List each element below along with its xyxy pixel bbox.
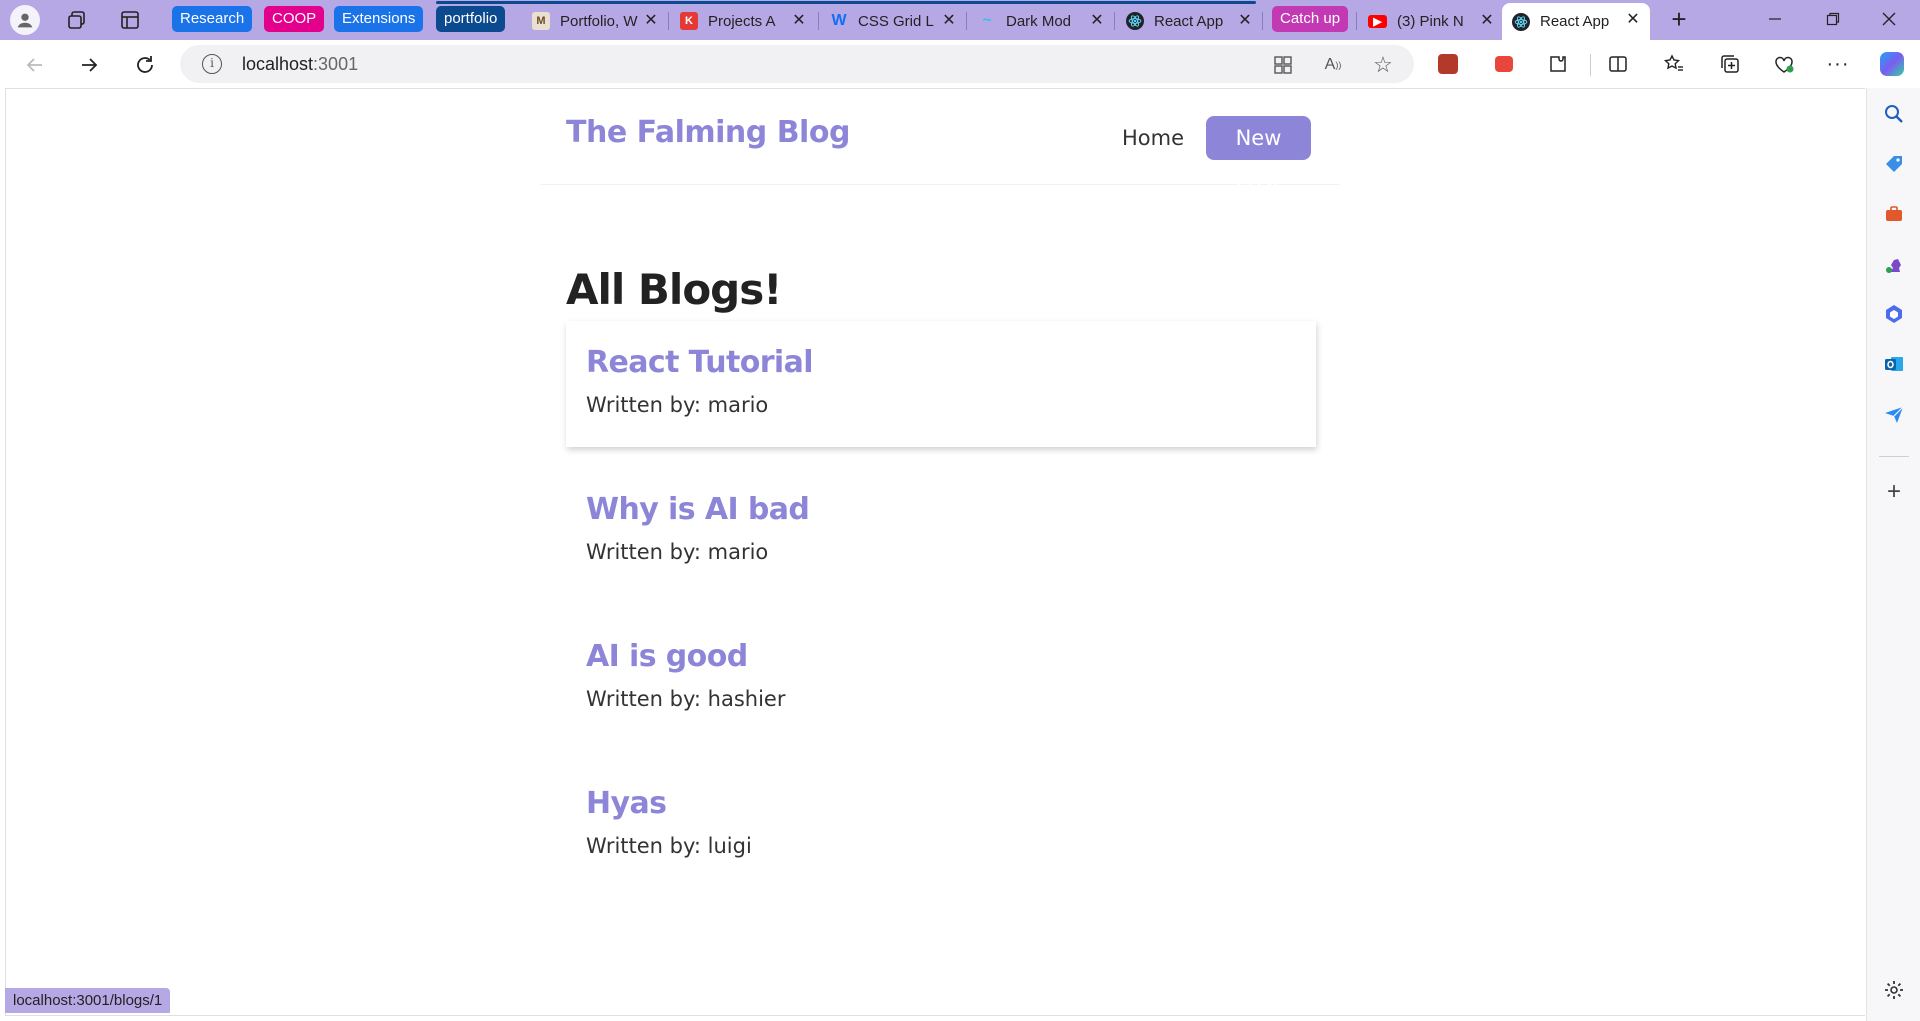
new-tab-icon[interactable]: + bbox=[1665, 6, 1693, 34]
site-navbar: The Falming Blog Home New Post bbox=[540, 89, 1340, 194]
address-bar[interactable]: i localhost:3001 A)) ☆ bbox=[180, 45, 1414, 83]
nav-home-link[interactable]: Home bbox=[1122, 116, 1184, 160]
edge-sidebar: + bbox=[1866, 88, 1920, 1021]
projects-icon: K bbox=[680, 12, 698, 30]
drop-send-icon[interactable] bbox=[1882, 402, 1906, 426]
tab-group-portfolio[interactable]: portfolio bbox=[436, 6, 506, 32]
games-chess-icon[interactable] bbox=[1882, 252, 1906, 276]
blog-author: Written by: mario bbox=[586, 540, 769, 564]
blog-preview[interactable]: AI is good Written by: hashier bbox=[566, 615, 1316, 741]
tab-projects[interactable]: K Projects A ✕ bbox=[670, 4, 816, 38]
status-bar-url: localhost:3001/blogs/1 bbox=[5, 988, 171, 1013]
collections-icon[interactable] bbox=[1718, 52, 1742, 76]
address-url[interactable]: localhost:3001 bbox=[242, 54, 358, 75]
extension-red-icon[interactable] bbox=[1492, 52, 1516, 76]
minimize-icon[interactable] bbox=[1752, 4, 1798, 34]
toolbar-separator bbox=[1590, 54, 1591, 76]
add-sidebar-app-icon[interactable]: + bbox=[1882, 478, 1906, 505]
workspaces-icon[interactable] bbox=[65, 8, 89, 32]
vertical-tabs-icon[interactable] bbox=[118, 8, 142, 32]
tailwind-icon: ~ bbox=[982, 12, 992, 29]
webflow-icon: W bbox=[831, 12, 847, 29]
tab-separator bbox=[1356, 12, 1357, 30]
react-icon bbox=[1126, 12, 1144, 30]
copilot-icon[interactable] bbox=[1880, 52, 1904, 76]
tab-strip: Research COOP Extensions portfolio M Por… bbox=[0, 0, 1920, 40]
close-tab-icon[interactable]: ✕ bbox=[1624, 11, 1642, 29]
tab-separator bbox=[1114, 12, 1115, 30]
outlook-icon[interactable] bbox=[1882, 352, 1906, 376]
extensions-puzzle-icon[interactable] bbox=[1546, 52, 1570, 76]
microsoft-365-icon[interactable] bbox=[1882, 302, 1906, 326]
blog-author: Written by: mario bbox=[586, 393, 769, 417]
blog-list-heading: All Blogs! bbox=[566, 265, 782, 314]
profile-avatar-icon[interactable] bbox=[10, 5, 40, 35]
react-icon bbox=[1512, 12, 1530, 31]
tab-group-coop[interactable]: COOP bbox=[264, 6, 325, 32]
tab-separator bbox=[668, 12, 669, 30]
sidebar-separator bbox=[1879, 456, 1909, 457]
tab-separator bbox=[818, 12, 819, 30]
blog-title-link[interactable]: AI is good bbox=[586, 635, 1296, 679]
blog-author: Written by: hashier bbox=[586, 687, 786, 711]
site-title: The Falming Blog bbox=[566, 115, 850, 150]
close-tab-icon[interactable]: ✕ bbox=[642, 12, 660, 30]
split-screen-icon[interactable] bbox=[1606, 52, 1630, 76]
tab-css-grid[interactable]: W CSS Grid L ✕ bbox=[820, 4, 966, 38]
favorite-star-icon[interactable]: ☆ bbox=[1372, 52, 1394, 77]
blog-title-link[interactable]: React Tutorial bbox=[586, 341, 1296, 385]
extension-game-icon[interactable] bbox=[1436, 52, 1460, 76]
portfolio-icon: M bbox=[532, 12, 550, 30]
blog-preview[interactable]: React Tutorial Written by: mario bbox=[566, 321, 1316, 447]
close-tab-icon[interactable]: ✕ bbox=[1088, 12, 1106, 30]
shopping-tag-icon[interactable] bbox=[1882, 152, 1906, 176]
tab-separator bbox=[1262, 12, 1263, 30]
restore-icon[interactable] bbox=[1810, 4, 1856, 34]
nav-new-post-link[interactable]: New Post bbox=[1206, 116, 1311, 194]
url-host: localhost bbox=[242, 54, 314, 74]
forward-icon[interactable] bbox=[74, 50, 104, 80]
browser-essentials-icon[interactable] bbox=[1772, 52, 1796, 76]
read-aloud-icon[interactable]: A)) bbox=[1322, 54, 1344, 76]
close-tab-icon[interactable]: ✕ bbox=[1236, 12, 1254, 30]
browser-toolbar: i localhost:3001 A)) ☆ ··· bbox=[0, 40, 1920, 88]
site-info-icon[interactable]: i bbox=[202, 54, 222, 74]
blog-preview[interactable]: Hyas Written by: luigi bbox=[566, 762, 1316, 888]
tab-youtube[interactable]: ▶ (3) Pink N ✕ bbox=[1358, 4, 1504, 38]
tab-dark-mode[interactable]: ~ Dark Mod ✕ bbox=[968, 4, 1114, 38]
refresh-icon[interactable] bbox=[130, 50, 160, 80]
search-icon[interactable] bbox=[1882, 102, 1906, 126]
tab-react-app-active[interactable]: React App ✕ bbox=[1502, 3, 1650, 40]
close-tab-icon[interactable]: ✕ bbox=[940, 12, 958, 30]
blog-title-link[interactable]: Why is AI bad bbox=[586, 488, 1296, 532]
close-window-icon[interactable] bbox=[1866, 4, 1912, 34]
favorites-icon[interactable] bbox=[1662, 52, 1686, 76]
youtube-icon: ▶ bbox=[1368, 14, 1387, 28]
more-menu-icon[interactable]: ··· bbox=[1826, 52, 1850, 76]
tab-portfolio[interactable]: M Portfolio, W ✕ bbox=[522, 4, 668, 38]
blog-author: Written by: luigi bbox=[586, 834, 752, 858]
blog-title-link[interactable]: Hyas bbox=[586, 782, 1296, 826]
close-tab-icon[interactable]: ✕ bbox=[1478, 12, 1496, 30]
page-viewport: The Falming Blog Home New Post All Blogs… bbox=[5, 88, 1865, 1016]
app-available-icon[interactable] bbox=[1272, 54, 1294, 76]
tab-group-research[interactable]: Research bbox=[172, 6, 253, 32]
url-port: :3001 bbox=[313, 54, 359, 74]
tab-group-catch-up[interactable]: Catch up bbox=[1272, 6, 1349, 32]
tools-briefcase-icon[interactable] bbox=[1882, 202, 1906, 226]
tab-react-app[interactable]: React App ✕ bbox=[1116, 4, 1262, 38]
tab-group-extensions[interactable]: Extensions bbox=[334, 6, 424, 32]
back-icon[interactable] bbox=[20, 50, 50, 80]
tab-separator bbox=[966, 12, 967, 30]
sidebar-settings-gear-icon[interactable] bbox=[1882, 978, 1906, 1002]
close-tab-icon[interactable]: ✕ bbox=[790, 12, 808, 30]
blog-preview[interactable]: Why is AI bad Written by: mario bbox=[566, 468, 1316, 594]
